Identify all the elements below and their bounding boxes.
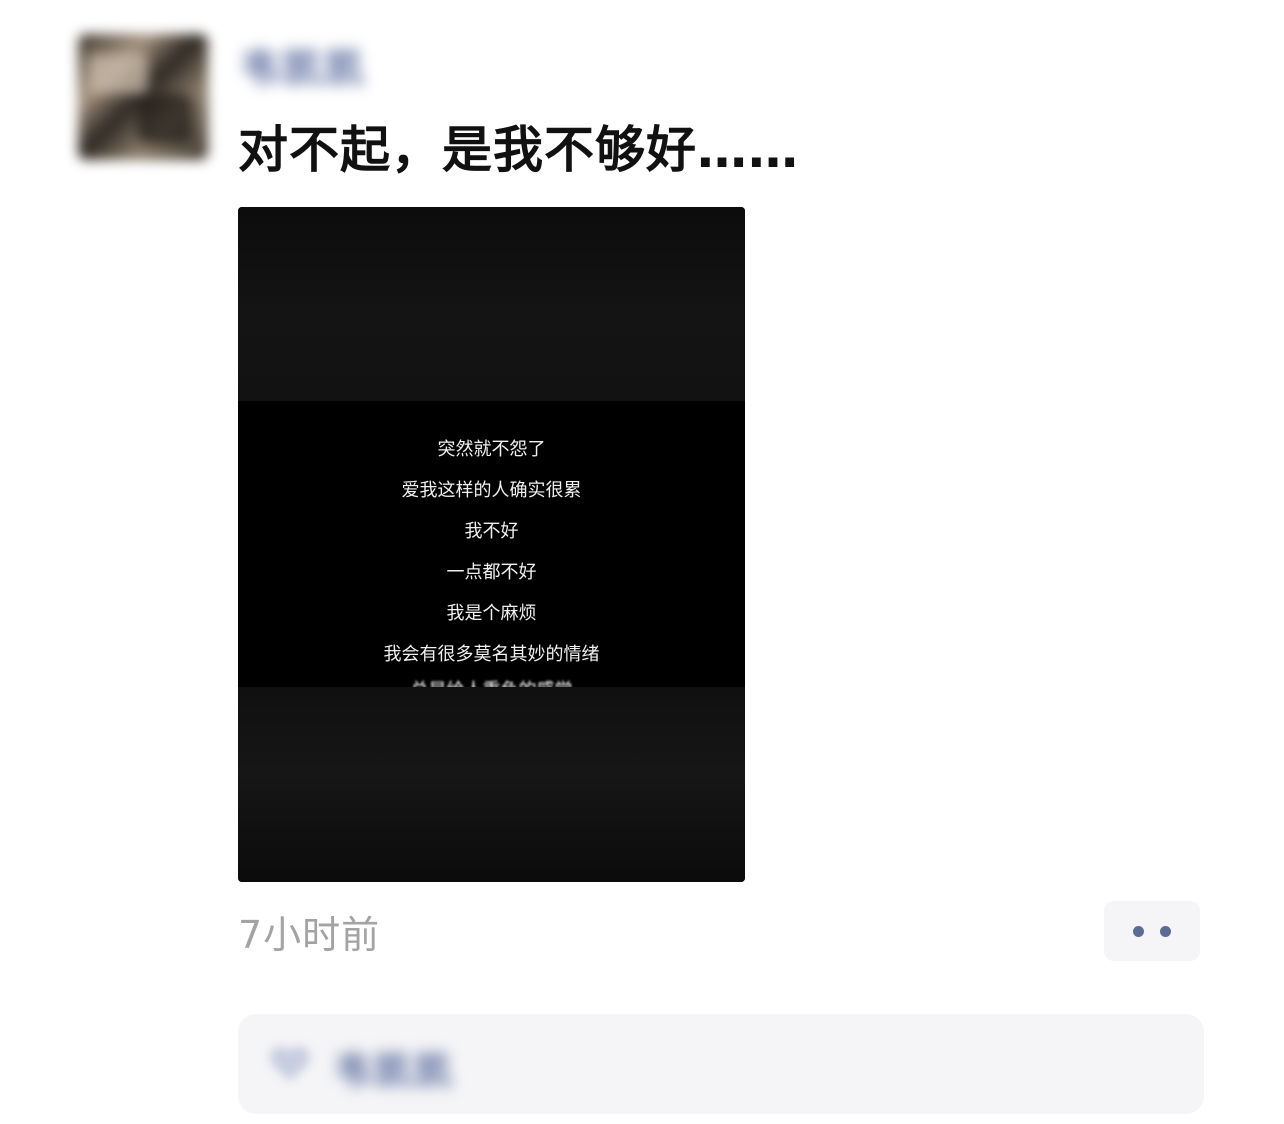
lyric-line: 总是给人重负的感觉 <box>238 676 745 687</box>
more-dots-icon <box>1160 926 1171 937</box>
post-image[interactable]: 突然就不怨了 爱我这样的人确实很累 我不好 一点都不好 我是个麻烦 我会有很多莫… <box>238 207 745 882</box>
liker-name[interactable]: 韦凯凯 <box>334 1040 454 1095</box>
lyric-line: 突然就不怨了 <box>437 439 546 460</box>
lyric-line: 爱我这样的人确实很累 <box>401 480 582 501</box>
lyric-line: 我是个麻烦 <box>446 603 537 624</box>
image-bottom-area <box>238 687 745 882</box>
avatar-detail <box>138 94 193 144</box>
lyrics-block: 突然就不怨了 爱我这样的人确实很累 我不好 一点都不好 我是个麻烦 我会有很多莫… <box>238 401 745 687</box>
lyric-line: 我会有很多莫名其妙的情绪 <box>383 644 600 665</box>
image-top-area <box>238 207 745 401</box>
author-avatar[interactable] <box>78 34 208 160</box>
author-name[interactable]: 韦凯凯 <box>240 36 366 94</box>
lyric-line: 我不好 <box>464 521 519 542</box>
avatar-detail <box>88 54 148 94</box>
heart-icon <box>270 1044 310 1084</box>
likes-panel: 韦凯凯 <box>238 1014 1204 1114</box>
post-timestamp: 7小时前 <box>238 913 381 957</box>
more-dots-icon <box>1133 926 1144 937</box>
lyric-line: 一点都不好 <box>446 562 537 583</box>
post-text: 对不起，是我不够好…… <box>238 121 799 179</box>
more-actions-button[interactable] <box>1104 901 1200 961</box>
